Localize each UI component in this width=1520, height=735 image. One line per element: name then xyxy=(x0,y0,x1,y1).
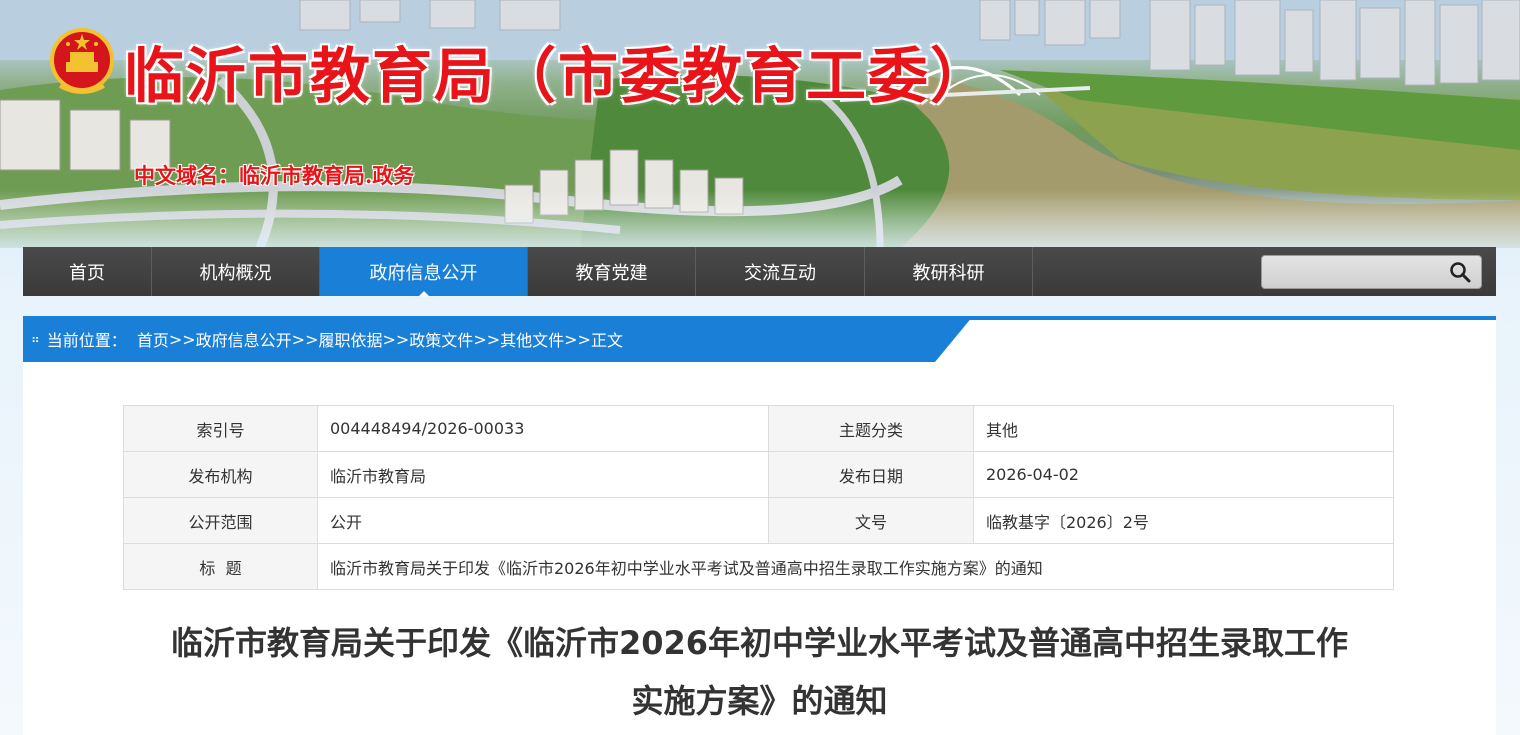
nav-research[interactable]: 教研科研 xyxy=(865,247,1033,296)
meta-value-date: 2026-04-02 xyxy=(973,451,1394,498)
meta-value-index: 004448494/2026-00033 xyxy=(317,405,769,452)
article-title: 临沂市教育局关于印发《临沂市2026年初中学业水平考试及普通高中招生录取工作 实… xyxy=(103,614,1416,730)
breadcrumb-separator: >> xyxy=(168,329,196,349)
meta-value-category: 其他 xyxy=(973,405,1394,452)
site-title: 临沂市教育局（市委教育工委） xyxy=(124,42,992,112)
meta-key-title: 标 题 xyxy=(123,543,318,590)
breadcrumb-separator: >> xyxy=(382,329,410,349)
nav-party[interactable]: 教育党建 xyxy=(528,247,696,296)
nav-home[interactable]: 首页 xyxy=(23,247,152,296)
meta-key-index: 索引号 xyxy=(123,405,318,452)
main-nav: 首页 机构概况 政府信息公开 教育党建 交流互动 教研科研 xyxy=(23,247,1496,297)
document-meta-table: 索引号 004448494/2026-00033 主题分类 其他 发布机构 临沂… xyxy=(123,405,1394,590)
table-row: 公开范围 公开 文号 临教基字〔2026〕2号 xyxy=(123,497,1394,544)
breadcrumb-label: 当前位置： xyxy=(46,331,127,350)
search-icon[interactable] xyxy=(1449,261,1471,283)
meta-value-scope: 公开 xyxy=(317,497,769,544)
meta-key-date: 发布日期 xyxy=(768,451,974,498)
breadcrumb-current: 正文 xyxy=(590,331,623,350)
breadcrumb-trail: ⠶ 当前位置： 首页 >> 政府信息公开 >> 履职依据 >> 政策文件 >> … xyxy=(31,316,623,362)
breadcrumb-policy-docs[interactable]: 政策文件 xyxy=(409,327,473,351)
table-row: 标 题 临沂市教育局关于印发《临沂市2026年初中学业水平考试及普通高中招生录取… xyxy=(123,543,1394,590)
search-box xyxy=(1261,255,1482,289)
breadcrumb-other-docs[interactable]: 其他文件 xyxy=(500,327,564,351)
breadcrumb-separator: >> xyxy=(291,329,319,349)
header-banner: 临沂市教育局（市委教育工委） 中文域名：临沂市教育局.政务 xyxy=(0,0,1520,248)
meta-key-category: 主题分类 xyxy=(768,405,974,452)
domain-label: 中文域名：临沂市教育局.政务 xyxy=(134,163,415,188)
breadcrumb-home[interactable]: 首页 xyxy=(137,327,169,351)
breadcrumb-separator: >> xyxy=(473,329,501,349)
meta-value-doc-number: 临教基字〔2026〕2号 xyxy=(973,497,1394,544)
meta-key-doc-number: 文号 xyxy=(768,497,974,544)
breadcrumb-separator: >> xyxy=(564,329,591,349)
dots-icon: ⠶ xyxy=(31,332,40,346)
meta-value-publisher: 临沂市教育局 xyxy=(317,451,769,498)
search-input[interactable] xyxy=(1262,256,1442,288)
nav-gov-info[interactable]: 政府信息公开 xyxy=(320,247,528,297)
nav-about[interactable]: 机构概况 xyxy=(152,247,320,296)
main-content: 索引号 004448494/2026-00033 主题分类 其他 发布机构 临沂… xyxy=(23,362,1496,735)
breadcrumb: ⠶ 当前位置： 首页 >> 政府信息公开 >> 履职依据 >> 政策文件 >> … xyxy=(23,316,1496,362)
nav-interaction[interactable]: 交流互动 xyxy=(696,247,865,296)
national-emblem-icon xyxy=(50,26,114,98)
article-title-line-1: 临沂市教育局关于印发《临沂市2026年初中学业水平考试及普通高中招生录取工作 xyxy=(170,624,1349,662)
table-row: 索引号 004448494/2026-00033 主题分类 其他 xyxy=(123,405,1394,452)
table-row: 发布机构 临沂市教育局 发布日期 2026-04-02 xyxy=(123,451,1394,498)
meta-key-publisher: 发布机构 xyxy=(123,451,318,498)
meta-value-title: 临沂市教育局关于印发《临沂市2026年初中学业水平考试及普通高中招生录取工作实施… xyxy=(317,543,1394,590)
breadcrumb-gov-info[interactable]: 政府信息公开 xyxy=(196,327,292,351)
article-title-line-2: 实施方案》的通知 xyxy=(631,682,888,720)
meta-key-scope: 公开范围 xyxy=(123,497,318,544)
breadcrumb-duties[interactable]: 履职依据 xyxy=(318,327,382,351)
